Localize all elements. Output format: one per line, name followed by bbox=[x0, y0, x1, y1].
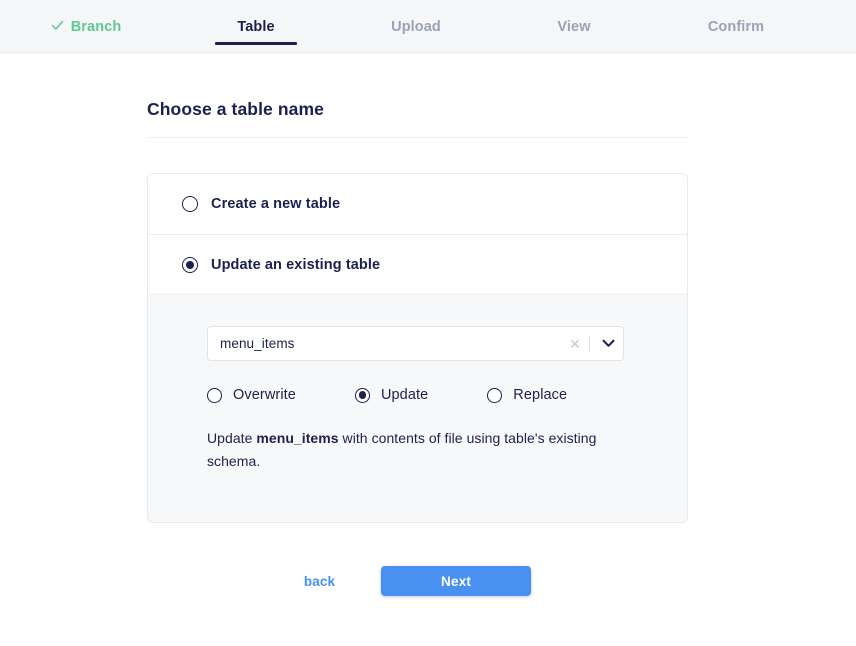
step-confirm[interactable]: Confirm bbox=[672, 0, 800, 53]
next-button[interactable]: Next bbox=[381, 566, 532, 596]
content-column: Choose a table name Create a new table U… bbox=[147, 99, 688, 524]
mode-replace[interactable]: Replace bbox=[487, 387, 567, 403]
step-upload[interactable]: Upload bbox=[358, 0, 474, 53]
back-button[interactable]: back bbox=[304, 574, 335, 589]
option-create-new-table[interactable]: Create a new table bbox=[148, 174, 687, 234]
wizard-actions: back Next bbox=[147, 566, 688, 596]
mode-update[interactable]: Update bbox=[354, 387, 429, 403]
mode-update-label: Update bbox=[380, 387, 429, 403]
radio-overwrite[interactable] bbox=[207, 387, 222, 403]
option-create-new-table-label: Create a new table bbox=[211, 196, 341, 212]
mode-overwrite-label: Overwrite bbox=[233, 387, 296, 403]
step-branch-label: Branch bbox=[70, 18, 122, 35]
page-title: Choose a table name bbox=[147, 99, 688, 138]
radio-update[interactable] bbox=[354, 387, 370, 403]
table-select-value: menu_items bbox=[220, 336, 295, 351]
option-update-existing-table[interactable]: Update an existing table bbox=[148, 234, 687, 294]
chevron-down-icon[interactable] bbox=[593, 339, 623, 348]
radio-update-existing-table[interactable] bbox=[182, 256, 198, 273]
table-select[interactable]: menu_items ✕ bbox=[207, 326, 624, 361]
mode-description-prefix: Update bbox=[207, 430, 257, 446]
write-mode-group: Overwrite Update Replace bbox=[207, 387, 653, 403]
radio-create-new-table[interactable] bbox=[182, 196, 198, 212]
table-name-card: Create a new table Update an existing ta… bbox=[147, 173, 688, 524]
check-icon bbox=[51, 19, 64, 32]
step-view[interactable]: View bbox=[520, 0, 628, 53]
radio-replace[interactable] bbox=[487, 387, 503, 403]
existing-table-panel: menu_items ✕ Overwrite Update Replace Up… bbox=[148, 294, 687, 523]
step-table[interactable]: Table bbox=[196, 0, 316, 53]
option-update-existing-table-label: Update an existing table bbox=[211, 256, 381, 273]
mode-overwrite[interactable]: Overwrite bbox=[207, 387, 296, 403]
step-view-label: View bbox=[557, 18, 591, 35]
mode-description-table-name: menu_items bbox=[256, 430, 339, 446]
step-branch[interactable]: Branch bbox=[24, 0, 148, 53]
step-upload-label: Upload bbox=[391, 18, 441, 35]
mode-replace-label: Replace bbox=[513, 387, 568, 403]
wizard-stepper: Branch Table Upload View Confirm bbox=[0, 0, 856, 53]
mode-description: Update menu_items with contents of file … bbox=[207, 427, 603, 472]
select-divider bbox=[589, 335, 590, 352]
step-confirm-label: Confirm bbox=[707, 18, 765, 35]
step-table-label: Table bbox=[237, 18, 275, 35]
close-icon[interactable]: ✕ bbox=[564, 337, 586, 351]
page-body: Choose a table name Create a new table U… bbox=[0, 53, 856, 646]
